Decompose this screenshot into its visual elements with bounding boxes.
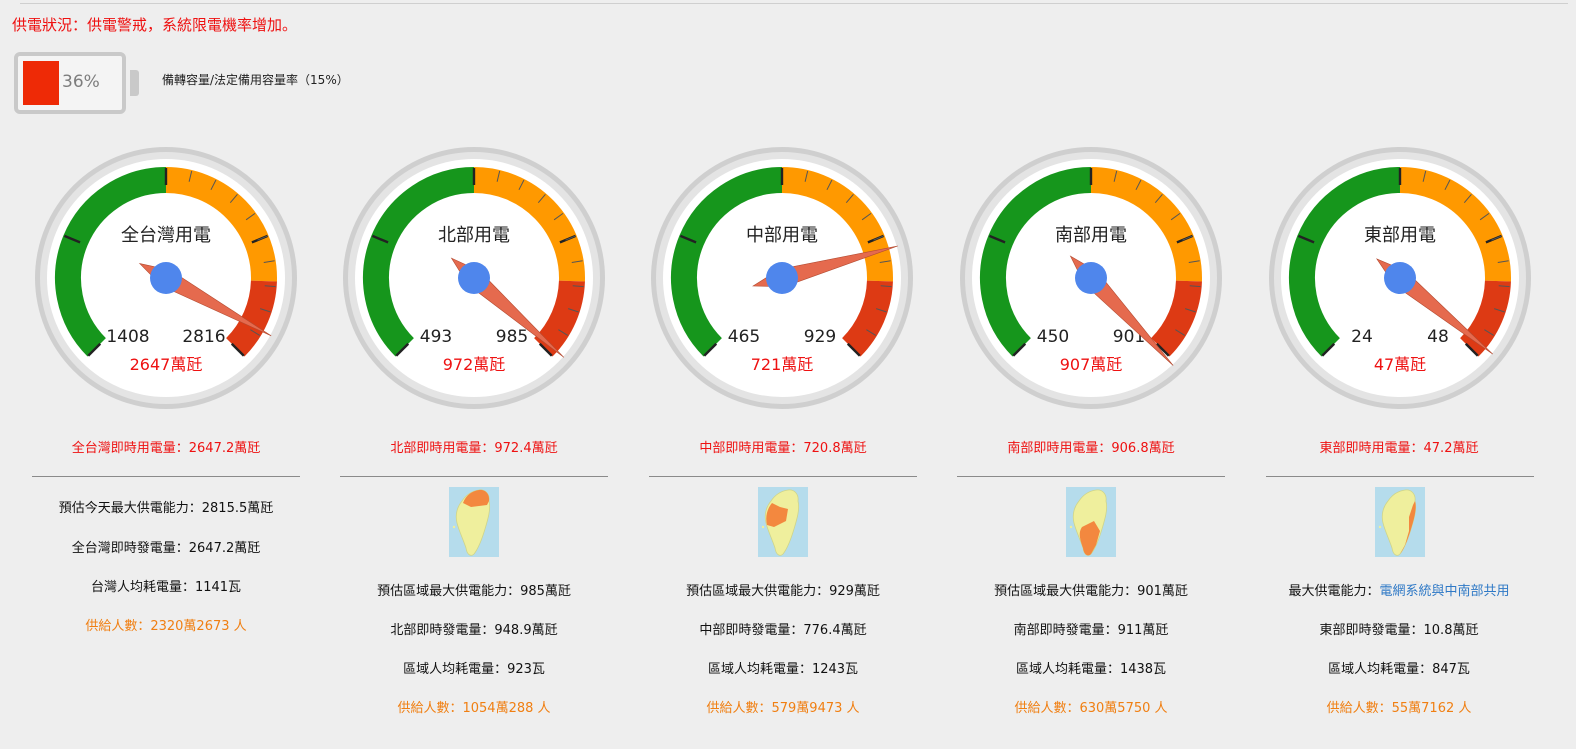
gauge-title: 中部用電 bbox=[746, 225, 818, 246]
gauge-central: 中部用電 465 929 721萬瓩 bbox=[650, 146, 914, 410]
north-max-capacity: 預估區域最大供電能力：985萬瓩 bbox=[377, 584, 571, 599]
east-people-served: 供給人數：55萬7162 人 bbox=[1326, 701, 1472, 716]
gauge-value-label: 972萬瓩 bbox=[443, 355, 506, 374]
gauge-mid-label: 450 bbox=[1037, 327, 1069, 347]
taiwan-north-map-icon bbox=[449, 487, 499, 557]
central-now-usage: 中部即時用電量：720.8萬瓩 bbox=[699, 441, 867, 456]
central-people-served: 供給人數：579萬9473 人 bbox=[706, 701, 860, 716]
east-capacity-link[interactable]: 電網系統與中南部共用 bbox=[1380, 584, 1510, 599]
gauge-mid-label: 1408 bbox=[106, 327, 149, 347]
taiwan-south-map-icon bbox=[1066, 487, 1116, 557]
map-islet bbox=[1069, 525, 1073, 529]
taiwan-divider bbox=[32, 476, 300, 477]
taiwan-now-generation: 全台灣即時發電量：2647.2萬瓩 bbox=[71, 541, 261, 556]
gauge-south: 南部用電 450 901 907萬瓩 bbox=[959, 146, 1223, 410]
battery-cap bbox=[130, 70, 139, 96]
taiwan-central-map-icon bbox=[758, 487, 808, 557]
gauge-hub bbox=[1075, 262, 1107, 294]
north-per-capita: 區域人均耗電量：923瓦 bbox=[403, 662, 545, 677]
east-capacity-label: 最大供電能力： bbox=[1288, 584, 1380, 599]
east-now-usage: 東部即時用電量：47.2萬瓩 bbox=[1319, 441, 1479, 456]
taiwan-now-usage: 全台灣即時用電量：2647.2萬瓩 bbox=[71, 441, 261, 456]
central-now-generation: 中部即時發電量：776.4萬瓩 bbox=[699, 623, 867, 638]
south-max-capacity: 預估區域最大供電能力：901萬瓩 bbox=[994, 584, 1188, 599]
central-divider bbox=[649, 476, 917, 477]
gauge-hub bbox=[458, 262, 490, 294]
taiwan-east-map-icon bbox=[1375, 487, 1425, 557]
north-now-generation: 北部即時發電量：948.9萬瓩 bbox=[390, 623, 558, 638]
reserve-legend: 備轉容量/法定備用容量率（15%） bbox=[162, 73, 349, 87]
gauge-value-label: 907萬瓩 bbox=[1060, 355, 1123, 374]
supply-status-text: 供電狀況：供電警戒，系統限電機率增加。 bbox=[12, 16, 298, 34]
east-max-capacity: 最大供電能力：電網系統與中南部共用 bbox=[1249, 583, 1549, 601]
east-now-generation: 東部即時發電量：10.8萬瓩 bbox=[1319, 623, 1479, 638]
south-divider bbox=[957, 476, 1225, 477]
taiwan-per-capita: 台灣人均耗電量：1141瓦 bbox=[90, 580, 242, 595]
north-divider bbox=[340, 476, 608, 477]
battery-fill bbox=[23, 61, 59, 105]
central-max-capacity: 預估區域最大供電能力：929萬瓩 bbox=[686, 584, 880, 599]
gauge-value-label: 2647萬瓩 bbox=[130, 355, 203, 374]
gauge-hub bbox=[1384, 262, 1416, 294]
south-now-generation: 南部即時發電量：911萬瓩 bbox=[1013, 623, 1169, 638]
south-people-served: 供給人數：630萬5750 人 bbox=[1014, 701, 1168, 716]
gauge-north: 北部用電 493 985 972萬瓩 bbox=[342, 146, 606, 410]
gauge-hub bbox=[150, 262, 182, 294]
gauge-mid-label: 493 bbox=[420, 327, 452, 347]
gauge-taiwan: 全台灣用電 1408 2816 2647萬瓩 bbox=[34, 146, 298, 410]
gauge-value-label: 721萬瓩 bbox=[751, 355, 814, 374]
battery-percent: 36% bbox=[62, 72, 100, 92]
gauge-mid-label: 24 bbox=[1351, 327, 1373, 347]
central-per-capita: 區域人均耗電量：1243瓦 bbox=[707, 662, 859, 677]
top-divider bbox=[20, 3, 1568, 4]
gauge-max-label: 2816 bbox=[182, 327, 225, 347]
gauge-mid-label: 465 bbox=[728, 327, 760, 347]
map-islet bbox=[452, 525, 456, 529]
gauge-east: 東部用電 24 48 47萬瓩 bbox=[1268, 146, 1532, 410]
taiwan-people-served: 供給人數：2320萬2673 人 bbox=[85, 619, 247, 634]
map-islet bbox=[1378, 525, 1382, 529]
gauge-hub bbox=[766, 262, 798, 294]
south-now-usage: 南部即時用電量：906.8萬瓩 bbox=[1007, 441, 1175, 456]
gauge-max-label: 48 bbox=[1427, 327, 1449, 347]
south-per-capita: 區域人均耗電量：1438瓦 bbox=[1015, 662, 1167, 677]
gauge-max-label: 985 bbox=[496, 327, 528, 347]
gauge-title: 北部用電 bbox=[438, 225, 510, 246]
reserve-battery-indicator: 36% bbox=[14, 52, 139, 114]
north-people-served: 供給人數：1054萬288 人 bbox=[397, 701, 551, 716]
gauge-title: 東部用電 bbox=[1364, 225, 1436, 246]
gauge-title: 南部用電 bbox=[1055, 225, 1127, 246]
taiwan-max-capacity: 預估今天最大供電能力：2815.5萬瓩 bbox=[58, 501, 274, 516]
gauge-title: 全台灣用電 bbox=[121, 225, 211, 246]
east-per-capita: 區域人均耗電量：847瓦 bbox=[1328, 662, 1470, 677]
gauge-value-label: 47萬瓩 bbox=[1374, 355, 1426, 374]
gauge-max-label: 929 bbox=[804, 327, 836, 347]
north-now-usage: 北部即時用電量：972.4萬瓩 bbox=[390, 441, 558, 456]
map-islet bbox=[761, 525, 765, 529]
east-divider bbox=[1266, 476, 1534, 477]
